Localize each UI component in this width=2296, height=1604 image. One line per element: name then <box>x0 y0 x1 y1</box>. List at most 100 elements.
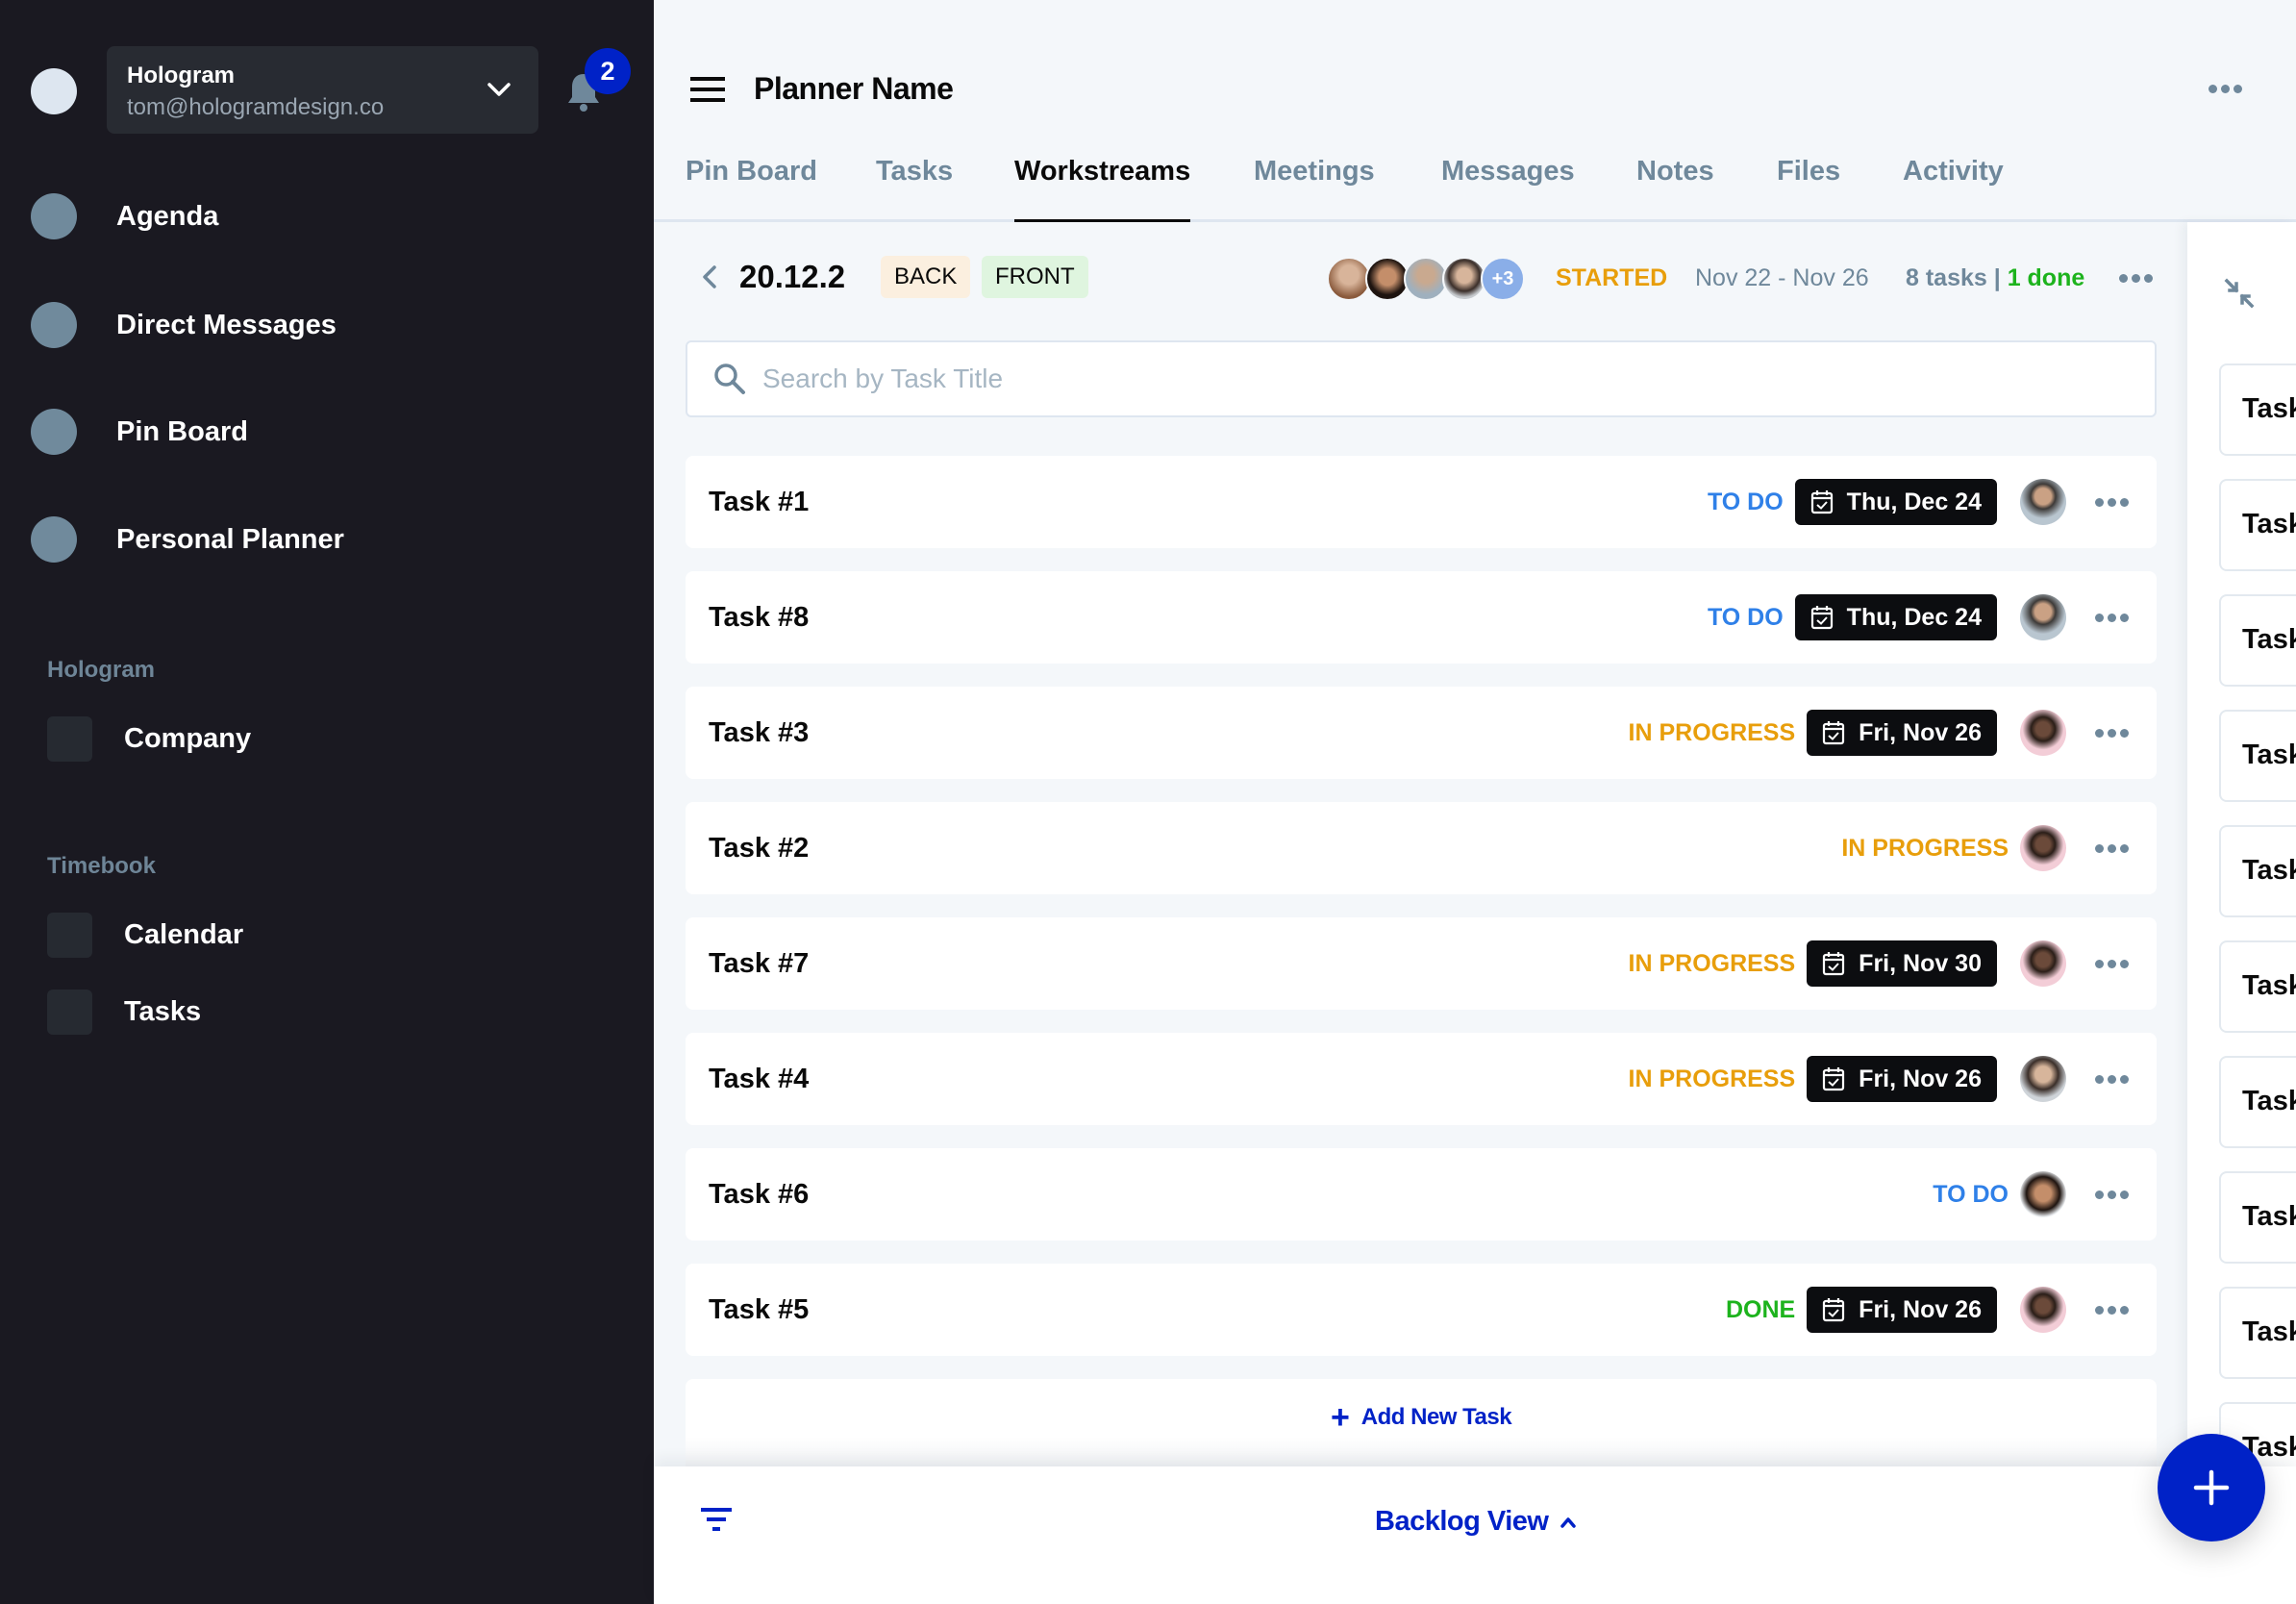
sidebar-item-pin-board[interactable]: Pin Board <box>31 408 608 456</box>
assignee-avatar[interactable] <box>2020 825 2066 871</box>
task-row[interactable]: Task #5 DONE Fri, Nov 26 <box>686 1264 2157 1356</box>
assignee-avatar[interactable] <box>2020 710 2066 756</box>
side-task-card[interactable]: Task <box>2219 363 2296 456</box>
calendar-check-icon <box>1810 490 1833 514</box>
tab-workstreams[interactable]: Workstreams <box>1014 156 1191 222</box>
tab-tasks[interactable]: Tasks <box>876 156 953 222</box>
side-task-card[interactable]: Task <box>2219 1287 2296 1379</box>
task-meta: TO DO Thu, Dec 24 <box>1708 571 2134 664</box>
sidebar-item-label: Company <box>124 722 252 754</box>
task-title: Task #3 <box>709 716 810 748</box>
tab-pin-board[interactable]: Pin Board <box>686 156 817 222</box>
tag-back[interactable]: BACK <box>881 256 971 298</box>
side-task-card[interactable]: Task <box>2219 594 2296 687</box>
task-status[interactable]: TO DO <box>1708 604 1784 632</box>
backlog-view-toggle[interactable]: Backlog View <box>1375 1506 1577 1538</box>
task-row[interactable]: Task #8 TO DO Thu, Dec 24 <box>686 571 2157 664</box>
side-task-card-title: Task <box>2242 393 2296 424</box>
due-date-badge[interactable]: Fri, Nov 26 <box>1807 710 1997 756</box>
task-row[interactable]: Task #1 TO DO Thu, Dec 24 <box>686 456 2157 548</box>
task-status[interactable]: DONE <box>1726 1296 1795 1324</box>
task-status[interactable]: TO DO <box>1933 1181 2009 1209</box>
side-task-card-title: Task <box>2242 855 2296 886</box>
more-horizontal-icon[interactable] <box>2095 952 2134 975</box>
task-row[interactable]: Task #7 IN PROGRESS Fri, Nov 30 <box>686 917 2157 1010</box>
search-input[interactable] <box>762 363 2109 394</box>
sidebar-item-direct-messages[interactable]: Direct Messages <box>31 301 608 349</box>
more-horizontal-icon[interactable] <box>2095 490 2134 514</box>
notification-badge[interactable]: 2 <box>585 48 631 94</box>
due-date: Fri, Nov 26 <box>1859 1065 1982 1092</box>
task-meta: IN PROGRESS Fri, Nov 26 <box>1629 687 2134 779</box>
task-title: Task #4 <box>709 1063 810 1094</box>
task-status[interactable]: IN PROGRESS <box>1629 1065 1796 1093</box>
task-row[interactable]: Task #4 IN PROGRESS Fri, Nov 26 <box>686 1033 2157 1125</box>
sidebar-item-personal-planner[interactable]: Personal Planner <box>31 515 608 564</box>
due-date-badge[interactable]: Thu, Dec 24 <box>1794 479 1997 525</box>
tab-files[interactable]: Files <box>1777 156 1840 222</box>
hamburger-icon[interactable] <box>690 77 725 102</box>
more-horizontal-icon[interactable] <box>2095 1298 2134 1321</box>
assignee-avatar[interactable] <box>2020 479 2066 525</box>
due-date-badge[interactable]: Thu, Dec 24 <box>1794 594 1997 640</box>
task-row[interactable]: Task #6 TO DO <box>686 1148 2157 1241</box>
sprint-status: STARTED <box>1556 264 1668 291</box>
chevron-left-icon[interactable] <box>700 263 719 290</box>
task-status[interactable]: IN PROGRESS <box>1841 835 2009 863</box>
task-title: Task #7 <box>709 947 810 979</box>
tag-front[interactable]: FRONT <box>982 256 1088 298</box>
side-task-card[interactable]: Task <box>2219 710 2296 802</box>
task-status[interactable]: IN PROGRESS <box>1629 719 1796 747</box>
assignee-avatar[interactable] <box>2020 1056 2066 1102</box>
task-title: Task #5 <box>709 1293 810 1325</box>
tab-activity[interactable]: Activity <box>1903 156 2004 222</box>
assignee-avatar[interactable] <box>2020 1287 2066 1333</box>
user-avatar[interactable] <box>31 68 77 114</box>
pin-board-icon <box>31 409 77 455</box>
search-field[interactable] <box>686 340 2157 417</box>
add-new-task-button[interactable]: + Add New Task <box>686 1379 2157 1475</box>
due-date-badge[interactable]: Fri, Nov 30 <box>1807 940 1997 987</box>
due-date-badge[interactable]: Fri, Nov 26 <box>1807 1287 1997 1333</box>
task-meta: TO DO <box>1933 1148 2134 1241</box>
sidebar-item-tasks[interactable]: Tasks <box>47 989 586 1035</box>
calendar-check-icon <box>1823 1067 1845 1091</box>
assignee-avatar[interactable] <box>2020 1171 2066 1217</box>
sidebar-item-company[interactable]: Company <box>47 715 586 762</box>
calendar-check-icon <box>1810 606 1833 630</box>
side-task-card[interactable]: Task <box>2219 479 2296 571</box>
side-task-card[interactable]: Task <box>2219 1056 2296 1148</box>
side-task-card[interactable]: Task <box>2219 825 2296 917</box>
member-avatars[interactable]: +3 <box>1327 257 1525 301</box>
workspace-selector[interactable]: Hologram tom@hologramdesign.co <box>107 46 538 134</box>
task-status[interactable]: IN PROGRESS <box>1629 950 1796 978</box>
task-status[interactable]: TO DO <box>1708 489 1784 516</box>
chevron-down-icon <box>487 83 511 96</box>
more-horizontal-icon[interactable] <box>2095 721 2134 744</box>
filter-icon[interactable] <box>700 1507 733 1532</box>
sidebar-item-agenda[interactable]: Agenda <box>31 192 608 240</box>
side-task-card[interactable]: Task <box>2219 1171 2296 1264</box>
tab-notes[interactable]: Notes <box>1636 156 1714 222</box>
add-fab-button[interactable] <box>2158 1434 2265 1541</box>
task-row[interactable]: Task #2 IN PROGRESS <box>686 802 2157 894</box>
more-horizontal-icon[interactable] <box>2209 77 2247 100</box>
due-date-badge[interactable]: Fri, Nov 26 <box>1807 1056 1997 1102</box>
sidebar-item-calendar[interactable]: Calendar <box>47 912 586 958</box>
task-row[interactable]: Task #3 IN PROGRESS Fri, Nov 26 <box>686 687 2157 779</box>
compress-icon[interactable] <box>2224 278 2255 309</box>
more-horizontal-icon[interactable] <box>2095 1183 2134 1206</box>
more-horizontal-icon[interactable] <box>2119 266 2158 289</box>
sidebar-item-label: Personal Planner <box>116 523 344 555</box>
more-horizontal-icon[interactable] <box>2095 606 2134 629</box>
more-horizontal-icon[interactable] <box>2095 837 2134 860</box>
tab-meetings[interactable]: Meetings <box>1254 156 1375 222</box>
calendar-check-icon <box>1823 1298 1845 1322</box>
assignee-avatar[interactable] <box>2020 594 2066 640</box>
side-task-card[interactable]: Task <box>2219 940 2296 1033</box>
assignee-avatar[interactable] <box>2020 940 2066 987</box>
due-date: Thu, Dec 24 <box>1846 488 1982 515</box>
more-horizontal-icon[interactable] <box>2095 1067 2134 1090</box>
task-meta: IN PROGRESS Fri, Nov 30 <box>1629 917 2134 1010</box>
tab-messages[interactable]: Messages <box>1441 156 1575 222</box>
